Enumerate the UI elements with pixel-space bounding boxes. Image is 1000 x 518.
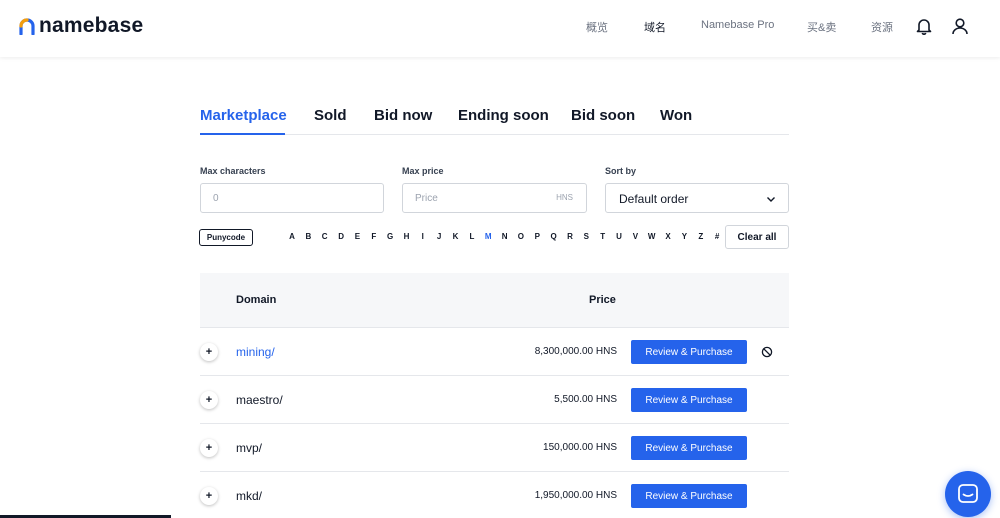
letter-filter-f[interactable]: F	[369, 232, 379, 241]
block-icon[interactable]	[761, 346, 773, 358]
letter-filter-a[interactable]: A	[287, 232, 297, 241]
bell-icon[interactable]	[915, 17, 933, 35]
clear-all-button[interactable]: Clear all	[725, 225, 789, 249]
tab-bid-now[interactable]: Bid now	[374, 107, 432, 124]
letter-filter-s[interactable]: S	[581, 232, 591, 241]
active-tab-indicator	[200, 133, 285, 135]
letter-filter-l[interactable]: L	[467, 232, 477, 241]
chat-launcher-button[interactable]	[945, 471, 991, 517]
domain-column-header: Domain	[236, 294, 277, 306]
namebase-logo-icon	[19, 17, 35, 35]
expand-button[interactable]: +	[200, 439, 218, 457]
max-characters-input[interactable]	[201, 184, 383, 212]
max-price-field: HNS	[402, 183, 587, 213]
letter-filter-r[interactable]: R	[565, 232, 575, 241]
punycode-toggle[interactable]: Punycode	[199, 229, 253, 246]
letter-filter-u[interactable]: U	[614, 232, 624, 241]
tab-won[interactable]: Won	[660, 107, 692, 124]
logo-text: namebase	[39, 14, 144, 37]
letter-filter-w[interactable]: W	[647, 232, 657, 241]
letter-filter-p[interactable]: P	[532, 232, 542, 241]
sort-by-label: Sort by	[605, 166, 637, 176]
tab-marketplace[interactable]: Marketplace	[200, 107, 287, 124]
nav-domains[interactable]: 域名	[644, 19, 666, 35]
domain-name[interactable]: mining/	[236, 345, 275, 359]
max-characters-label: Max characters	[200, 166, 266, 176]
nav-overview[interactable]: 概览	[586, 19, 608, 35]
letter-filter-y[interactable]: Y	[679, 232, 689, 241]
letter-filter-n[interactable]: N	[500, 232, 510, 241]
sort-by-value: Default order	[619, 192, 689, 206]
letter-filter-c[interactable]: C	[320, 232, 330, 241]
namebase-logo[interactable]: namebase	[19, 14, 143, 38]
nav-namebase-pro[interactable]: Namebase Pro	[701, 19, 774, 31]
domain-price: 5,500.00 HNS	[554, 394, 617, 405]
table-row: + maestro/ 5,500.00 HNS Review & Purchas…	[200, 376, 789, 424]
domain-price: 8,300,000.00 HNS	[534, 346, 617, 357]
expand-button[interactable]: +	[200, 487, 218, 505]
letter-filter-o[interactable]: O	[516, 232, 526, 241]
letter-filter-e[interactable]: E	[352, 232, 362, 241]
table-row: + mining/ 8,300,000.00 HNS Review & Purc…	[200, 328, 789, 376]
review-purchase-button[interactable]: Review & Purchase	[631, 484, 747, 508]
max-price-label: Max price	[402, 166, 444, 176]
letter-filter-hash[interactable]: #	[712, 232, 722, 241]
letter-filter-b[interactable]: B	[303, 232, 313, 241]
nav-resources[interactable]: 资源	[871, 19, 893, 35]
letter-filter-z[interactable]: Z	[696, 232, 706, 241]
chat-icon	[958, 484, 978, 503]
review-purchase-button[interactable]: Review & Purchase	[631, 340, 747, 364]
top-header: namebase 概览 域名 Namebase Pro 买&卖 资源	[0, 0, 1000, 57]
letter-filter-k[interactable]: K	[451, 232, 461, 241]
table-row: + mvp/ 150,000.00 HNS Review & Purchase	[200, 424, 789, 472]
letter-filter-m[interactable]: M	[483, 232, 493, 241]
sort-by-select[interactable]: Default order	[605, 183, 789, 213]
expand-button[interactable]: +	[200, 343, 218, 361]
domain-name[interactable]: maestro/	[236, 393, 283, 407]
letter-filter-j[interactable]: J	[434, 232, 444, 241]
tab-ending-soon[interactable]: Ending soon	[458, 107, 549, 124]
review-purchase-button[interactable]: Review & Purchase	[631, 388, 747, 412]
domain-name[interactable]: mvp/	[236, 441, 262, 455]
domain-name[interactable]: mkd/	[236, 489, 262, 503]
domain-price: 1,950,000.00 HNS	[534, 490, 617, 501]
letter-filter-g[interactable]: G	[385, 232, 395, 241]
tab-sold[interactable]: Sold	[314, 107, 347, 124]
letter-filter-x[interactable]: X	[663, 232, 673, 241]
letter-filter-h[interactable]: H	[402, 232, 412, 241]
chevron-down-icon	[767, 197, 775, 202]
user-icon[interactable]	[951, 17, 969, 35]
table-row: + mkd/ 1,950,000.00 HNS Review & Purchas…	[200, 472, 789, 518]
review-purchase-button[interactable]: Review & Purchase	[631, 436, 747, 460]
marketplace-tabs: Marketplace Sold Bid now Ending soon Bid…	[200, 107, 789, 135]
nav-buy-sell[interactable]: 买&卖	[807, 19, 836, 35]
letter-filter-v[interactable]: V	[630, 232, 640, 241]
max-characters-field	[200, 183, 384, 213]
letter-filter-i[interactable]: I	[418, 232, 428, 241]
tab-bid-soon[interactable]: Bid soon	[571, 107, 635, 124]
domain-price: 150,000.00 HNS	[543, 442, 617, 453]
expand-button[interactable]: +	[200, 391, 218, 409]
table-header: Domain Price	[200, 273, 789, 328]
letter-filter-t[interactable]: T	[598, 232, 608, 241]
price-column-header: Price	[589, 294, 616, 306]
letter-filter-q[interactable]: Q	[549, 232, 559, 241]
price-unit: HNS	[556, 193, 573, 202]
letter-filter-d[interactable]: D	[336, 232, 346, 241]
